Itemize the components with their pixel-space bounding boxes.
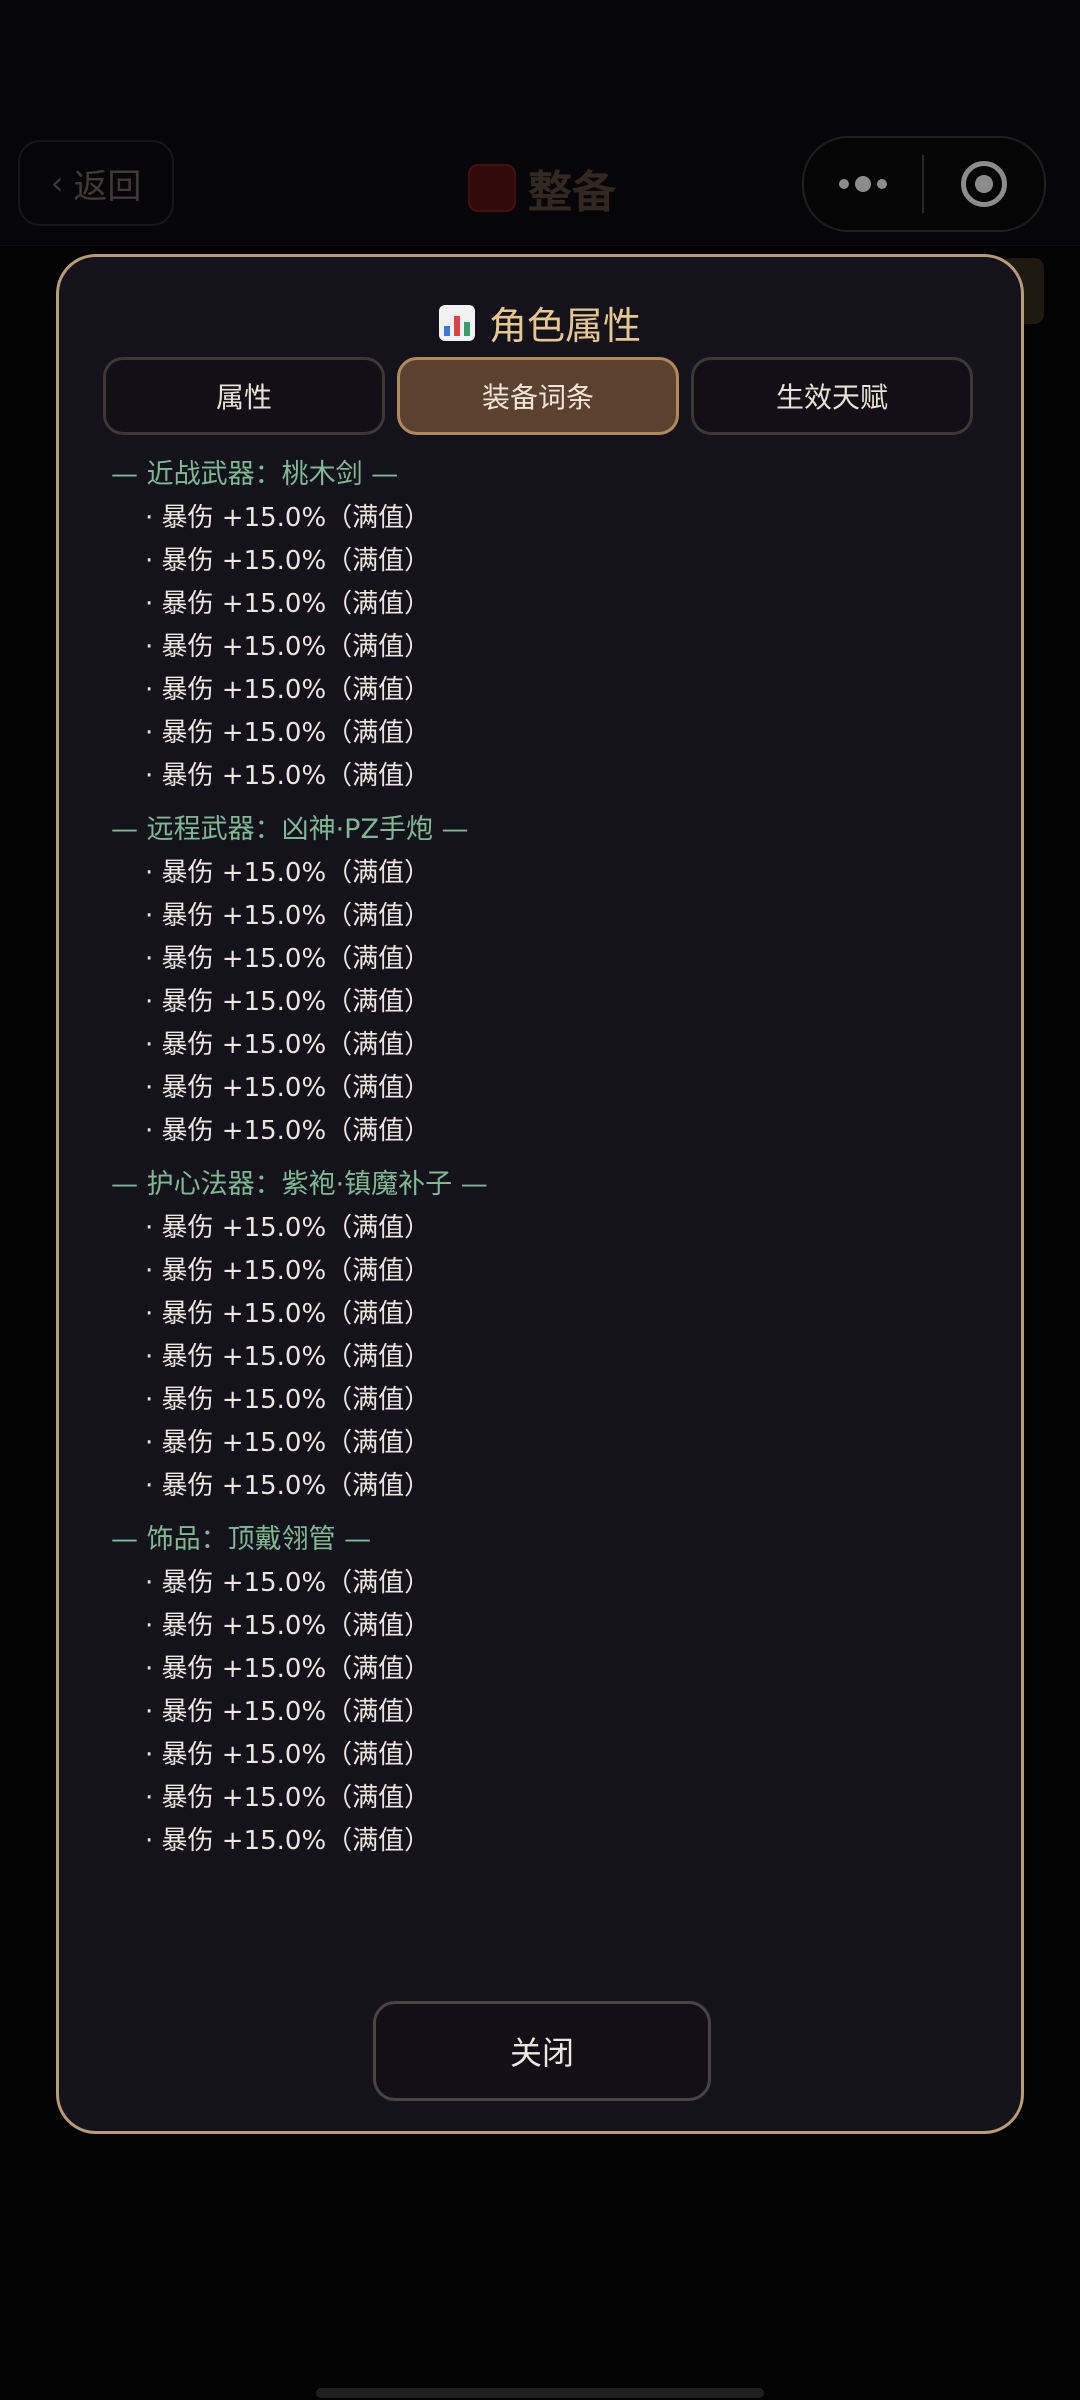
section-title: — 饰品：顶戴翎管 — [111,1524,372,1555]
affix-item: · 暴伤 +15.0%（满值） [145,1611,431,1641]
affix-item: · 暴伤 +15.0%（满值） [145,1740,431,1770]
affix-item: · 暴伤 +15.0%（满值） [145,718,431,748]
affix-item: · 暴伤 +15.0%（满值） [145,675,431,705]
affix-item: · 暴伤 +15.0%（满值） [145,1568,431,1598]
affix-item: · 暴伤 +15.0%（满值） [145,1654,431,1684]
affix-item: · 暴伤 +15.0%（满值） [145,1697,431,1727]
section-accessory: — 饰品：顶戴翎管 — · 暴伤 +15.0%（满值） · 暴伤 +15.0%（… [111,1518,981,1863]
affix-item: · 暴伤 +15.0%（满值） [145,1213,431,1243]
affix-item: · 暴伤 +15.0%（满值） [145,761,431,791]
section-title: — 近战武器：桃木剑 — [111,459,399,490]
modal-title: 角色属性 [59,295,1021,350]
affix-item: · 暴伤 +15.0%（满值） [145,1299,431,1329]
tab-bar: 属性 装备词条 生效天赋 [103,357,973,435]
section-heart-talisman: — 护心法器：紫袍·镇魔补子 — · 暴伤 +15.0%（满值） · 暴伤 +1… [111,1163,981,1508]
affix-item: · 暴伤 +15.0%（满值） [145,1073,431,1103]
section-melee-weapon: — 近战武器：桃木剑 — · 暴伤 +15.0%（满值） · 暴伤 +15.0%… [111,453,981,798]
affix-item: · 暴伤 +15.0%（满值） [145,858,431,888]
affix-item: · 暴伤 +15.0%（满值） [145,1342,431,1372]
affix-item: · 暴伤 +15.0%（满值） [145,1116,431,1146]
tab-equipment-affixes[interactable]: 装备词条 [397,357,679,435]
affix-item: · 暴伤 +15.0%（满值） [145,546,431,576]
affix-item: · 暴伤 +15.0%（满值） [145,1471,431,1501]
affix-item: · 暴伤 +15.0%（满值） [145,1783,431,1813]
affix-item: · 暴伤 +15.0%（满值） [145,1030,431,1060]
affix-item: · 暴伤 +15.0%（满值） [145,503,431,533]
affix-item: · 暴伤 +15.0%（满值） [145,1385,431,1415]
section-title: — 远程武器：凶神·PZ手炮 — [111,814,469,845]
affix-item: · 暴伤 +15.0%（满值） [145,1826,431,1856]
affix-item: · 暴伤 +15.0%（满值） [145,1428,431,1458]
tab-active-talents[interactable]: 生效天赋 [691,357,973,435]
bar-chart-icon [438,304,475,341]
affix-item: · 暴伤 +15.0%（满值） [145,1256,431,1286]
affix-item: · 暴伤 +15.0%（满值） [145,901,431,931]
affix-list: — 近战武器：桃木剑 — · 暴伤 +15.0%（满值） · 暴伤 +15.0%… [111,453,981,1873]
section-title: — 护心法器：紫袍·镇魔补子 — [111,1169,488,1200]
affix-item: · 暴伤 +15.0%（满值） [145,632,431,662]
affix-item: · 暴伤 +15.0%（满值） [145,589,431,619]
affix-item: · 暴伤 +15.0%（满值） [145,944,431,974]
close-button[interactable]: 关闭 [373,2001,711,2101]
affix-item: · 暴伤 +15.0%（满值） [145,987,431,1017]
character-attributes-modal: 角色属性 属性 装备词条 生效天赋 — 近战武器：桃木剑 — · 暴伤 +15.… [56,254,1024,2134]
tab-attributes[interactable]: 属性 [103,357,385,435]
modal-title-text: 角色属性 [488,304,641,348]
section-ranged-weapon: — 远程武器：凶神·PZ手炮 — · 暴伤 +15.0%（满值） · 暴伤 +1… [111,808,981,1153]
